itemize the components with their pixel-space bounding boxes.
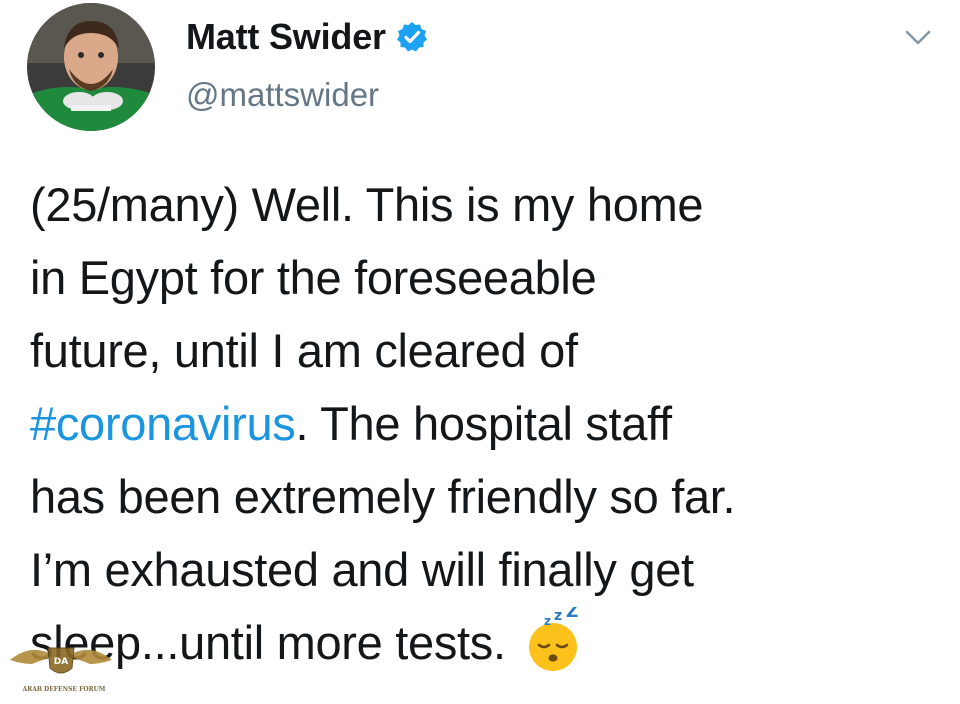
watermark-logo: DA ARAB DEFENSE FORUM <box>2 634 120 702</box>
author-handle[interactable]: @mattswider <box>186 76 379 114</box>
display-name[interactable]: Matt Swider <box>186 16 386 58</box>
eagle-logo: DA <box>10 647 112 674</box>
tweet-text-line: (25/many) Well. This is my home <box>30 178 704 231</box>
chevron-down-icon[interactable] <box>898 18 938 58</box>
svg-text:z: z <box>554 608 562 624</box>
tweet-text-line: future, until I am cleared of <box>30 324 578 377</box>
tweet-card: Matt Swider @mattswider (25/many) Well. … <box>0 0 960 704</box>
avatar[interactable] <box>27 3 155 131</box>
tweet-text-line: sleep...until more tests. z z Z <box>30 602 940 679</box>
tweet-text-line: I’m exhausted and will finally get <box>30 543 694 596</box>
tweet-text-fragment: . The hospital staff <box>295 397 672 450</box>
author-name-row: Matt Swider <box>186 14 428 60</box>
tweet-text-line: has been extremely friendly so far. <box>30 470 736 523</box>
svg-text:Z: Z <box>566 607 578 622</box>
tweet-text: (25/many) Well. This is my home in Egypt… <box>30 168 940 679</box>
watermark-label: ARAB DEFENSE FORUM <box>22 686 106 693</box>
tweet-text-line: in Egypt for the foreseeable <box>30 251 597 304</box>
svg-text:DA: DA <box>54 657 68 667</box>
hashtag-link[interactable]: #coronavirus <box>30 397 296 450</box>
verified-badge-icon <box>396 21 428 53</box>
profile-photo <box>27 3 155 131</box>
tweet-text-line: #coronavirus. The hospital staff <box>30 387 940 460</box>
sleeping-face-icon: z z Z <box>520 602 586 673</box>
svg-text:z: z <box>544 614 551 628</box>
